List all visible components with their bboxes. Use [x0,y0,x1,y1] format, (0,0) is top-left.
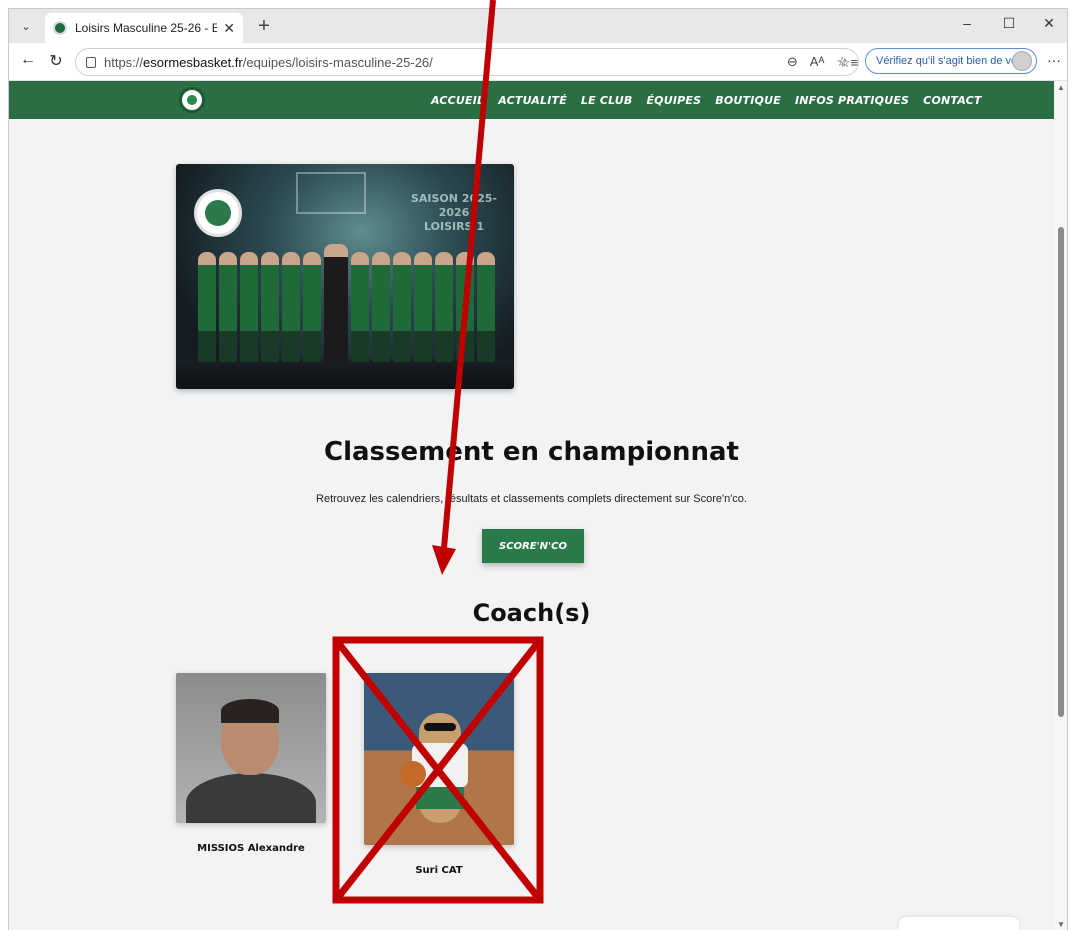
coach-name: Suri CAT [415,865,463,876]
player-coach [323,244,348,362]
scroll-thumb[interactable] [1058,227,1064,717]
players-group [186,242,506,362]
url-text: https://esormesbasket.fr/equipes/loisirs… [104,54,433,70]
coach-photo-mascot [364,673,514,845]
player [455,252,474,362]
player [434,252,453,362]
classement-description: Retrouvez les calendriers, résultats et … [316,493,747,505]
coach-name: MISSIOS Alexandre [197,843,305,854]
browser-window: ⌄ Loisirs Masculine 25-26 - ESO Bask ✕ +… [8,8,1068,930]
coach-card: Suri CAT [364,673,514,876]
site-favicon-icon [53,21,67,35]
team-logo-icon [194,189,242,237]
classement-heading: Classement en championnat [324,437,739,467]
menu-item-contact[interactable]: CONTACT [923,94,981,107]
player [350,252,369,362]
read-aloud-icon[interactable]: Aᴬ [810,54,825,70]
page-scrollbar[interactable]: ▲ ▼ [1054,81,1067,930]
main-menu: ACCUEIL ACTUALITÉ LE CLUB ÉQUIPES BOUTIQ… [431,81,982,119]
team-photo: SAISON 2025-2026 LOISIRS 1 [176,164,514,389]
profile-verify-button[interactable]: Vérifiez qu'il s'agit bien de vous [865,48,1037,74]
scroll-down-arrow-icon[interactable]: ▼ [1057,920,1065,929]
verify-label: Vérifiez qu'il s'agit bien de vous [876,55,1029,67]
url-input[interactable]: https://esormesbasket.fr/equipes/loisirs… [75,48,859,76]
court-floor [176,359,514,389]
more-menu-icon[interactable]: ··· [1047,52,1061,68]
menu-item-infos-pratiques[interactable]: INFOS PRATIQUES [795,94,909,107]
profile-avatar [1012,51,1032,71]
player [260,252,279,362]
minimize-icon[interactable]: – [947,15,987,31]
basketball-hoop [296,172,366,214]
zoom-icon[interactable]: ⊖ [787,54,798,70]
player [218,252,237,362]
coach-heading: Coach(s) [472,599,591,627]
player [281,252,300,362]
coach-photo [176,673,326,823]
lock-icon [86,56,96,68]
close-window-icon[interactable]: ✕ [1029,15,1067,32]
tab-actions-chevron-icon[interactable]: ⌄ [15,15,37,37]
player [302,252,321,362]
menu-item-le-club[interactable]: LE CLUB [581,94,633,107]
menu-item-equipes[interactable]: ÉQUIPES [646,94,701,107]
score-n-co-label: SCORE'N'CO [499,540,567,552]
address-bar: ← ↻ https://esormesbasket.fr/equipes/loi… [9,43,1067,81]
page-content: SAISON 2025-2026 LOISIRS 1 Classement en… [9,119,1054,930]
menu-item-boutique[interactable]: BOUTIQUE [715,94,781,107]
season-caption: SAISON 2025-2026 LOISIRS 1 [410,192,498,233]
score-n-co-button[interactable]: SCORE'N'CO [482,529,584,563]
new-tab-button[interactable]: + [253,16,275,36]
player [239,252,258,362]
favorites-list-icon[interactable]: ☆≡ [839,55,858,71]
player [371,252,390,362]
refresh-icon[interactable]: ↻ [45,51,67,71]
player [476,252,495,362]
coach-card: MISSIOS Alexandre [176,673,326,854]
tab-close-icon[interactable]: ✕ [223,20,235,37]
tab-strip: ⌄ Loisirs Masculine 25-26 - ESO Bask ✕ +… [9,9,1067,43]
back-arrow-icon[interactable]: ← [17,51,39,69]
player [392,252,411,362]
player [413,252,432,362]
maximize-icon[interactable]: ☐ [989,15,1029,32]
site-navigation: ACCUEIL ACTUALITÉ LE CLUB ÉQUIPES BOUTIQ… [9,81,1054,119]
menu-item-actualite[interactable]: ACTUALITÉ [498,94,567,107]
player [197,252,216,362]
floating-widget-tab[interactable] [899,917,1019,930]
tab-title: Loisirs Masculine 25-26 - ESO Bask [75,21,217,35]
scroll-up-arrow-icon[interactable]: ▲ [1057,83,1065,92]
browser-tab[interactable]: Loisirs Masculine 25-26 - ESO Bask ✕ [45,13,243,43]
club-logo-icon[interactable] [179,87,205,113]
menu-item-accueil[interactable]: ACCUEIL [431,94,484,107]
